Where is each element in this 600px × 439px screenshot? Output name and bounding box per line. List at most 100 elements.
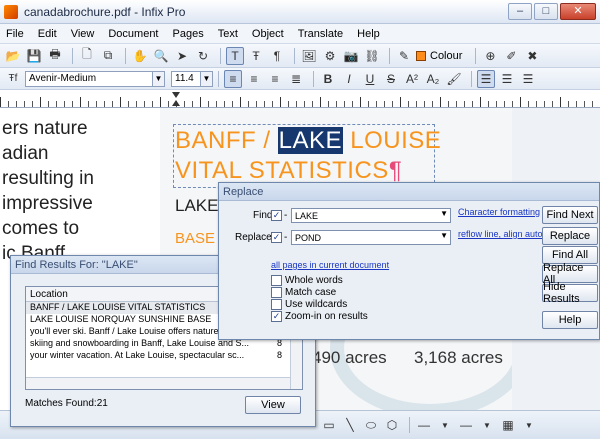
horizontal-ruler[interactable] xyxy=(0,90,600,108)
zoom-icon[interactable]: 🔍 xyxy=(152,47,170,65)
underline-icon[interactable]: U xyxy=(361,70,379,88)
base-subheading[interactable]: BASE xyxy=(175,230,215,247)
select-arrow-icon[interactable]: ➤ xyxy=(173,47,191,65)
strikethrough-icon[interactable]: S xyxy=(382,70,400,88)
link-icon[interactable]: ⛓ xyxy=(363,47,381,65)
replace-checkbox[interactable]: ✓ xyxy=(271,232,282,243)
subscript-icon[interactable]: A₂ xyxy=(424,70,442,88)
image-icon[interactable]: 🖼 xyxy=(300,47,318,65)
line-style-icon[interactable]: — xyxy=(415,416,433,434)
menu-text[interactable]: Text xyxy=(218,28,238,40)
whole-words-checkbox[interactable] xyxy=(271,275,282,286)
result-row[interactable]: your winter vacation. At Lake Louise, sp… xyxy=(26,350,302,362)
chevron-down-icon[interactable]: ▼ xyxy=(478,416,496,434)
ellipse-icon[interactable]: ⬭ xyxy=(362,416,380,434)
rotate-icon[interactable]: ↻ xyxy=(194,47,212,65)
chevron-down-icon[interactable]: ▼ xyxy=(440,231,448,240)
edit-page-icon[interactable]: ✐ xyxy=(502,47,520,65)
font-name-field[interactable]: Avenir-Medium xyxy=(25,70,153,87)
line-weight-icon[interactable]: — xyxy=(457,416,475,434)
justify-icon[interactable]: ≣ xyxy=(287,70,305,88)
rectangle-icon[interactable]: ▭ xyxy=(320,416,338,434)
paragraph-spacing-icon[interactable]: ☰ xyxy=(498,70,516,88)
result-row[interactable] xyxy=(26,362,302,374)
zoom-in-checkbox[interactable]: ✓ xyxy=(271,311,282,322)
italic-icon[interactable]: I xyxy=(340,70,358,88)
menu-file[interactable]: File xyxy=(6,28,24,40)
maximize-button[interactable]: □ xyxy=(534,3,558,20)
page-icon[interactable]: 🗋 xyxy=(78,47,96,65)
scope-link[interactable]: all pages in current document xyxy=(271,260,389,270)
save-icon[interactable]: 💾 xyxy=(25,47,43,65)
reflow-link[interactable]: reflow line, align auto xyxy=(458,229,543,239)
use-wildcards-checkbox[interactable] xyxy=(271,299,282,310)
text-frame-icon[interactable]: Ŧ xyxy=(247,47,265,65)
delete-page-icon[interactable]: ✖ xyxy=(523,47,541,65)
body-text-line[interactable]: adian xyxy=(0,143,160,168)
body-text-line[interactable]: comes to xyxy=(0,218,160,243)
menu-edit[interactable]: Edit xyxy=(38,28,57,40)
hide-results-button[interactable]: Hide Results xyxy=(542,281,598,305)
replace-input[interactable]: POND ▼ xyxy=(291,230,451,245)
line-icon[interactable]: ╲ xyxy=(341,416,359,434)
colour-swatch[interactable] xyxy=(416,50,426,61)
minimize-button[interactable]: – xyxy=(508,3,532,20)
use-wildcards-option[interactable]: Use wildcards xyxy=(271,299,347,310)
menu-object[interactable]: Object xyxy=(252,28,284,40)
eyedropper-icon[interactable]: ✎ xyxy=(395,47,413,65)
zoom-in-option[interactable]: ✓ Zoom-in on results xyxy=(271,311,368,322)
menu-view[interactable]: View xyxy=(71,28,95,40)
lake-subheading[interactable]: LAKE xyxy=(175,196,218,216)
body-text-line[interactable]: resulting in xyxy=(0,168,160,193)
replace-button[interactable]: Replace xyxy=(542,227,598,245)
menu-help[interactable]: Help xyxy=(357,28,380,40)
print-icon[interactable]: 🖶 xyxy=(46,47,64,65)
match-case-option[interactable]: Match case xyxy=(271,287,336,298)
chevron-down-icon[interactable]: ▼ xyxy=(153,70,165,87)
menu-translate[interactable]: Translate xyxy=(298,28,343,40)
chevron-down-icon[interactable]: ▼ xyxy=(201,70,213,87)
close-button[interactable]: ✕ xyxy=(560,3,596,20)
align-center-icon[interactable]: ≡ xyxy=(245,70,263,88)
view-button[interactable]: View xyxy=(245,396,301,414)
fill-icon[interactable]: ▦ xyxy=(499,416,517,434)
insert-page-icon[interactable]: ⊕ xyxy=(481,47,499,65)
hand-tool-icon[interactable]: ✋ xyxy=(131,47,149,65)
polygon-icon[interactable]: ⬡ xyxy=(383,416,401,434)
list-icon[interactable]: ☰ xyxy=(519,70,537,88)
bold-icon[interactable]: B xyxy=(319,70,337,88)
menu-document[interactable]: Document xyxy=(108,28,158,40)
colour-label[interactable]: Colour xyxy=(430,50,462,62)
find-input[interactable]: LAKE ▼ xyxy=(291,208,451,223)
body-text-line[interactable]: ers nature xyxy=(0,118,160,143)
headline[interactable]: BANFF / LAKE LOUISE VITAL STATISTICS¶ xyxy=(175,126,441,186)
chevron-down-icon[interactable]: ▼ xyxy=(520,416,538,434)
text-tool-icon[interactable]: T xyxy=(226,46,244,65)
match-case-checkbox[interactable] xyxy=(271,287,282,298)
paragraph-tool-icon[interactable]: ¶ xyxy=(268,47,286,65)
menu-pages[interactable]: Pages xyxy=(173,28,204,40)
results-horizontal-scrollbar[interactable] xyxy=(26,377,290,389)
align-right-icon[interactable]: ≡ xyxy=(266,70,284,88)
acres-value[interactable]: 490 acres xyxy=(312,348,387,368)
font-colour-icon[interactable]: 🖌 xyxy=(445,70,463,88)
copy-page-icon[interactable]: ⧉ xyxy=(99,47,117,65)
chevron-down-icon[interactable]: ▼ xyxy=(440,209,448,218)
object-icon[interactable]: ⚙ xyxy=(321,47,339,65)
body-text-line[interactable]: impressive xyxy=(0,193,160,218)
indent-marker-icon[interactable] xyxy=(172,92,180,106)
line-spacing-icon[interactable]: ☰ xyxy=(477,69,495,88)
align-left-icon[interactable]: ≡ xyxy=(224,69,242,88)
camera-icon[interactable]: 📷 xyxy=(342,47,360,65)
chevron-down-icon[interactable]: ▼ xyxy=(436,416,454,434)
replace-dialog-title[interactable]: Replace xyxy=(219,183,599,201)
find-next-button[interactable]: Find Next xyxy=(542,206,598,224)
whole-words-option[interactable]: Whole words xyxy=(271,275,343,286)
find-checkbox[interactable]: ✓ xyxy=(271,210,282,221)
superscript-icon[interactable]: A² xyxy=(403,70,421,88)
character-formatting-link[interactable]: Character formatting xyxy=(458,207,540,217)
open-icon[interactable]: 📂 xyxy=(4,47,22,65)
help-button[interactable]: Help xyxy=(542,311,598,329)
font-size-field[interactable]: 11.4 xyxy=(171,70,201,87)
acres-value[interactable]: 3,168 acres xyxy=(414,348,503,368)
